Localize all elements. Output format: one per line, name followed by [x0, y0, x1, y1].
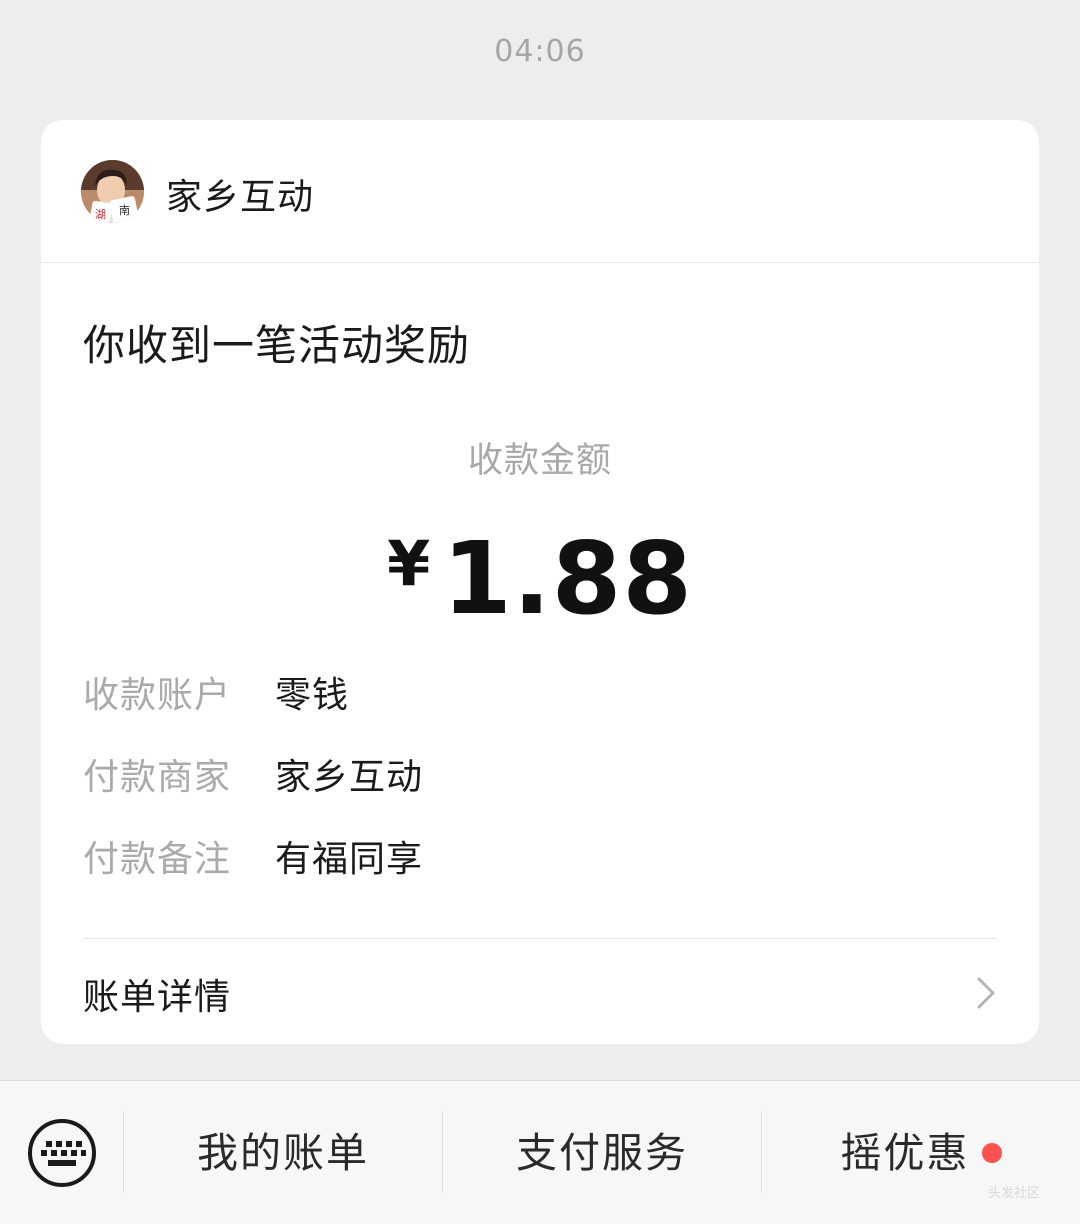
bottom-menu-bar: 我的账单 支付服务 摇优惠 [0, 1080, 1080, 1224]
card-header: 湖 南 家乡互动 [41, 120, 1039, 263]
menu-shake-discounts-label: 摇优惠 [840, 1129, 970, 1177]
watermark: 头发社区 [988, 1186, 1041, 1201]
keyboard-toggle-button[interactable] [26, 1117, 98, 1189]
currency-symbol: ¥ [387, 527, 431, 600]
detail-row-account: 收款账户 零钱 [83, 666, 983, 716]
menu-my-bills[interactable]: 我的账单 [124, 1081, 442, 1224]
detail-value: 有福同享 [275, 839, 424, 880]
amount-value: 1.88 [442, 520, 693, 637]
new-badge-dot [981, 1143, 1002, 1163]
amount-display: ¥1.88 [41, 520, 1039, 637]
payment-notification-card[interactable]: 湖 南 家乡互动 你收到一笔活动奖励 收款金额 ¥1.88 收款账户 零钱 付款… [41, 120, 1039, 1044]
detail-label: 付款备注 [83, 839, 232, 880]
detail-row-remark: 付款备注 有福同享 [83, 830, 983, 880]
detail-value: 零钱 [275, 675, 350, 716]
service-chat-page: 04:06 湖 南 家乡互动 你收到一笔活动奖励 收款金额 ¥ 1.88 收款账… [0, 0, 1080, 1224]
keyboard-icon [28, 1119, 96, 1187]
merchant-avatar[interactable]: 湖 南 [81, 160, 144, 223]
avatar-badge-char-1: 湖 [95, 208, 106, 221]
menu-shake-discounts[interactable]: 摇优惠 [762, 1081, 1080, 1224]
amount-label: 收款金额 [467, 441, 612, 481]
avatar-badge-char-2: 南 [119, 204, 130, 217]
detail-label: 收款账户 [83, 675, 232, 716]
merchant-name[interactable]: 家乡互动 [166, 168, 314, 220]
menu-payment-services[interactable]: 支付服务 [443, 1081, 761, 1224]
message-timestamp: 04:06 [494, 34, 586, 69]
merchant-avatar-image: 湖 南 [81, 160, 144, 223]
bill-detail-label: 账单详情 [83, 977, 232, 1018]
detail-row-merchant: 付款商家 家乡互动 [83, 748, 983, 798]
detail-value: 家乡互动 [275, 757, 424, 798]
bill-detail-link[interactable]: 账单详情 [41, 938, 1039, 1044]
detail-label: 付款商家 [83, 757, 232, 798]
chevron-right-icon [975, 976, 997, 1014]
notice-title: 你收到一笔活动奖励 [83, 321, 471, 370]
